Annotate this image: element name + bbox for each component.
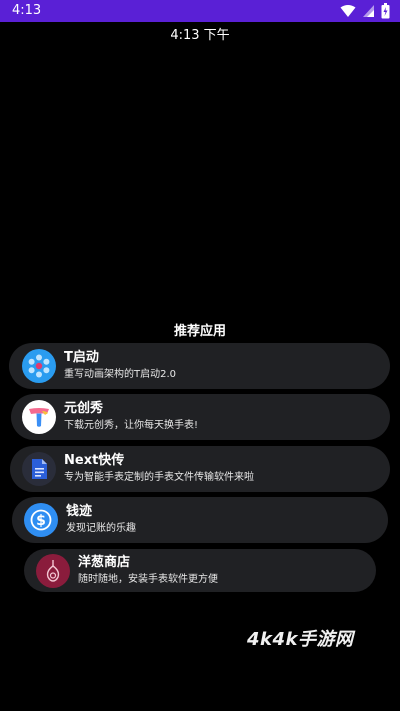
app-card-onion-store[interactable]: 洋葱商店 随时随地，安装手表软件更方便 <box>24 549 376 592</box>
status-bar: 4:13 <box>0 0 400 22</box>
document-icon <box>22 452 56 486</box>
flower-dots-icon <box>22 349 56 383</box>
dollar-icon: $ <box>24 503 58 537</box>
app-name: 钱迹 <box>66 504 93 519</box>
section-title: 推荐应用 <box>173 324 226 339</box>
app-description: 专为智能手表定制的手表文件传输软件来啦 <box>64 472 254 483</box>
wifi-icon <box>340 5 356 17</box>
status-time: 4:13 <box>12 3 42 18</box>
app-description: 下载元创秀，让你每天换手表! <box>64 420 199 431</box>
clock-text: 4:13 下午 <box>170 28 230 43</box>
app-name: T启动 <box>64 350 99 365</box>
status-icons <box>340 3 390 19</box>
app-card-qianji[interactable]: $ 钱迹 发现记账的乐趣 <box>12 497 388 543</box>
app-name: 元创秀 <box>64 401 104 416</box>
app-name: 洋葱商店 <box>78 554 131 570</box>
watermark-text: 4k4k手游网 <box>247 629 354 650</box>
app-description: 重写动画架构的T启动2.0 <box>64 369 177 380</box>
app-description: 随时随地，安装手表软件更方便 <box>78 573 218 585</box>
app-card-yuanchuangxiu[interactable]: 元创秀 下载元创秀，让你每天换手表! <box>11 394 390 440</box>
onion-icon <box>36 553 70 588</box>
app-description: 发现记账的乐趣 <box>66 523 136 534</box>
app-card-next-transfer[interactable]: Next快传 专为智能手表定制的手表文件传输软件来啦 <box>10 446 390 492</box>
app-card-t-launch[interactable]: T启动 重写动画架构的T启动2.0 <box>9 343 390 389</box>
app-name: Next快传 <box>64 453 125 468</box>
svg-text:$: $ <box>36 513 46 529</box>
battery-icon <box>381 3 390 19</box>
signal-icon <box>363 5 374 17</box>
t-logo-icon <box>22 400 56 434</box>
